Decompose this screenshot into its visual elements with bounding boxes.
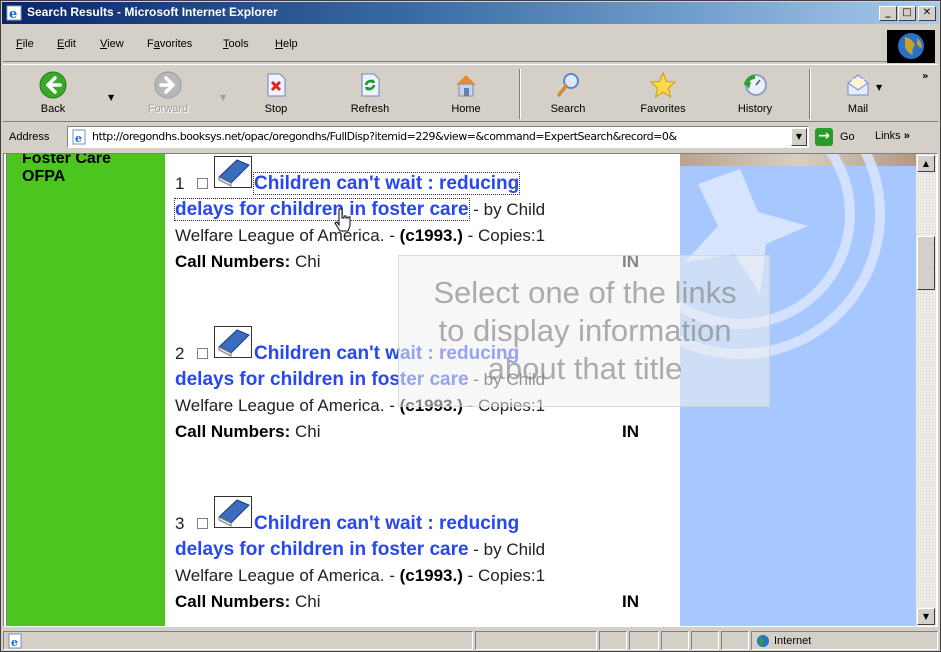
go-button[interactable]: → Go <box>815 127 867 147</box>
standard-toolbar: Back ▼ Forward ▼ Stop Refresh Home Searc… <box>3 64 938 122</box>
result-item: 3 Children can't wait : reducing delays f… <box>175 496 639 615</box>
result-title-link-cont[interactable]: delays for children in foster care <box>174 198 470 221</box>
history-clock-icon <box>744 74 767 96</box>
result-title-link[interactable]: Children can't wait : reducing <box>254 513 519 534</box>
scroll-up-button[interactable]: ▲ <box>917 155 935 172</box>
result-title-link[interactable]: Children can't wait : reducing <box>252 172 521 195</box>
window-title: Search Results - Microsoft Internet Expl… <box>27 5 278 19</box>
mail-button[interactable]: Mail <box>828 69 888 121</box>
book-icon <box>214 496 252 528</box>
back-arrow-icon <box>39 71 67 99</box>
availability-status: IN <box>622 592 639 611</box>
browser-window: e Search Results - Microsoft Internet Ex… <box>0 0 941 652</box>
forward-button[interactable]: Forward <box>138 69 198 121</box>
svg-text:e: e <box>75 132 82 145</box>
svg-text:e: e <box>9 7 17 21</box>
zone-label: Internet <box>774 635 812 647</box>
svg-text:e: e <box>11 636 18 649</box>
toolbar-separator <box>519 69 521 119</box>
select-checkbox[interactable] <box>197 348 208 359</box>
mail-envelope-icon <box>847 74 869 96</box>
hand-cursor-icon <box>334 208 351 232</box>
menu-view[interactable]: View <box>100 38 124 50</box>
links-button[interactable]: Links » <box>875 130 910 142</box>
address-label: Address <box>9 131 50 143</box>
menu-help[interactable]: Help <box>275 38 298 50</box>
history-button[interactable]: History <box>725 69 785 121</box>
hint-overlay: Select one of the links to display infor… <box>398 255 770 407</box>
result-number: 2 <box>175 344 185 363</box>
toolbar-separator <box>809 69 811 119</box>
address-bar: Address e http://oregondhs.booksys.net/o… <box>3 124 938 152</box>
menu-edit[interactable]: Edit <box>57 38 76 50</box>
status-pane <box>721 631 749 650</box>
status-pane <box>599 631 627 650</box>
forward-dropdown-arrow[interactable]: ▼ <box>220 93 226 102</box>
toolbar-chevron[interactable]: » <box>922 71 928 82</box>
stop-button[interactable]: Stop <box>246 69 306 121</box>
result-number: 3 <box>175 514 185 533</box>
close-button[interactable]: ✕ <box>918 6 936 21</box>
scroll-thumb[interactable] <box>917 236 935 290</box>
status-text-pane: e <box>3 631 473 650</box>
internet-globe-icon <box>757 635 769 647</box>
refresh-icon <box>361 73 380 97</box>
refresh-button[interactable]: Refresh <box>340 69 400 121</box>
book-icon <box>214 156 252 188</box>
menu-favorites[interactable]: Favorites <box>147 38 192 50</box>
progress-pane <box>475 631 597 650</box>
page-content: Foster Care OFPA 1 Children can't wait : … <box>3 153 938 627</box>
result-number: 1 <box>175 174 185 193</box>
status-bar: e Internet <box>3 629 938 651</box>
home-button[interactable]: Home <box>436 69 496 121</box>
globe-icon <box>898 33 924 59</box>
address-url[interactable]: http://oregondhs.booksys.net/opac/oregon… <box>92 130 787 143</box>
status-pane <box>629 631 659 650</box>
sidebar-heading: Foster Care OFPA <box>22 153 111 185</box>
status-pane <box>691 631 719 650</box>
availability-status: IN <box>622 422 639 441</box>
menu-file[interactable]: File <box>16 38 34 50</box>
maximize-button[interactable]: □ <box>898 6 916 21</box>
mail-dropdown-arrow[interactable]: ▼ <box>876 83 882 92</box>
go-arrow-icon: → <box>815 128 833 146</box>
favorites-star-icon <box>649 71 677 99</box>
address-input[interactable]: e http://oregondhs.booksys.net/opac/oreg… <box>67 126 809 148</box>
home-icon <box>456 75 476 97</box>
minimize-button[interactable]: _ <box>879 6 897 21</box>
back-dropdown-arrow[interactable]: ▼ <box>108 93 114 102</box>
ie-page-icon: e <box>8 633 22 649</box>
address-dropdown-button[interactable]: ▼ <box>791 128 807 146</box>
book-icon <box>214 326 252 358</box>
left-sidebar: Foster Care OFPA <box>6 153 165 626</box>
select-checkbox[interactable] <box>197 518 208 529</box>
scroll-down-button[interactable]: ▼ <box>917 608 935 625</box>
stop-icon <box>267 73 286 97</box>
forward-arrow-icon <box>154 71 182 99</box>
ie-logo-icon: e <box>6 5 22 21</box>
title-bar: e Search Results - Microsoft Internet Ex… <box>2 2 939 24</box>
search-button[interactable]: Search <box>538 69 598 121</box>
back-button[interactable]: Back <box>23 69 83 121</box>
menu-bar: File Edit View Favorites Tools Help <box>3 26 887 62</box>
menu-tools[interactable]: Tools <box>223 38 249 50</box>
search-magnifier-icon <box>557 73 579 97</box>
status-pane <box>661 631 689 650</box>
result-title-link-cont[interactable]: delays for children in foster care <box>175 539 469 560</box>
select-checkbox[interactable] <box>197 178 208 189</box>
throbber-globe <box>887 30 935 63</box>
favorites-button[interactable]: Favorites <box>633 69 693 121</box>
security-zone-pane: Internet <box>751 631 938 650</box>
vertical-scrollbar[interactable]: ▲ ▼ <box>916 154 936 626</box>
page-icon: e <box>72 129 86 145</box>
